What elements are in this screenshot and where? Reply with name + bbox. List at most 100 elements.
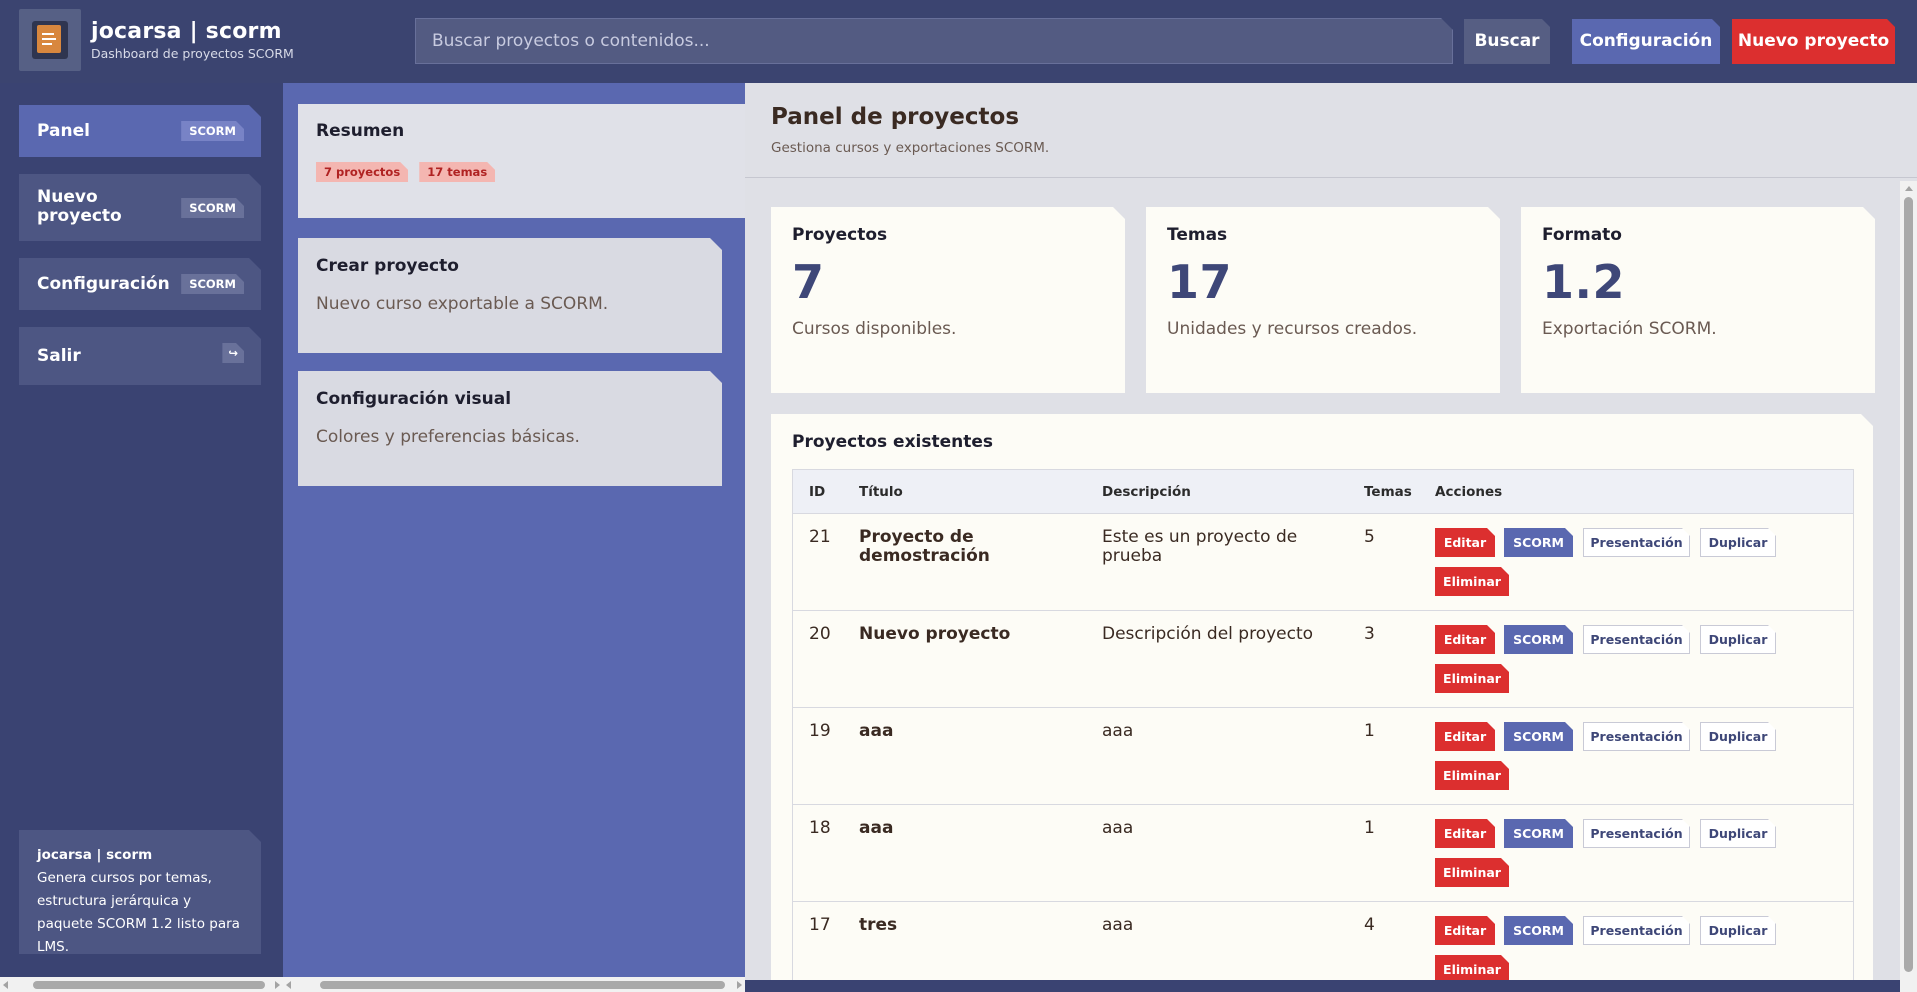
stat-label: Formato (1542, 225, 1622, 245)
app-subtitle: Dashboard de proyectos SCORM (91, 46, 294, 61)
sidebar-item-panel[interactable]: Panel SCORM (19, 105, 261, 157)
about-title: jocarsa | scorm (37, 847, 153, 863)
stat-card-format: Formato 1.2 Exportación SCORM. (1521, 207, 1875, 393)
sidebar-item-new-project[interactable]: Nuevo proyecto SCORM (19, 174, 261, 241)
secondary-panel: Resumen 7 proyectos 17 temas Crear proye… (283, 83, 745, 980)
delete-button[interactable]: Eliminar (1435, 567, 1509, 596)
column-header-description: Descripción (1102, 484, 1191, 500)
sidebar-item-tag: SCORM (181, 198, 244, 218)
stat-value: 1.2 (1542, 255, 1625, 309)
duplicate-button[interactable]: Duplicar (1700, 916, 1776, 945)
page-title: Panel de proyectos (771, 104, 1020, 130)
edit-button[interactable]: Editar (1435, 916, 1495, 945)
table-row: 19 aaa aaa 1 Editar SCORM Presentación Duplicar… (793, 708, 1853, 805)
scorm-export-button[interactable]: SCORM (1504, 625, 1573, 654)
cell-id: 21 (809, 527, 831, 547)
cell-title: Proyecto de demostración (859, 527, 990, 566)
column-header-title: Título (859, 484, 903, 500)
delete-button[interactable]: Eliminar (1435, 761, 1509, 790)
create-project-card[interactable]: Crear proyecto Nuevo curso exportable a … (298, 238, 722, 353)
cell-id: 17 (809, 915, 831, 935)
sidebar-item-label: Nuevo proyecto (37, 187, 122, 226)
cell-id: 19 (809, 721, 831, 741)
column-header-id: ID (809, 484, 826, 500)
stat-card-topics: Temas 17 Unidades y recursos creados. (1146, 207, 1500, 393)
projects-count-badge: 7 proyectos (316, 162, 408, 182)
scorm-export-button[interactable]: SCORM (1504, 819, 1573, 848)
scrollbar-thumb[interactable] (1904, 197, 1913, 972)
presentation-button[interactable]: Presentación (1583, 722, 1690, 751)
scorm-export-button[interactable]: SCORM (1504, 722, 1573, 751)
edit-button[interactable]: Editar (1435, 528, 1495, 557)
scorm-export-button[interactable]: SCORM (1504, 528, 1573, 557)
cell-title: Nuevo proyecto (859, 624, 1011, 644)
stat-desc: Exportación SCORM. (1542, 319, 1717, 339)
page-subtitle: Gestiona cursos y exportaciones SCORM. (771, 140, 1050, 156)
stat-value: 7 (792, 255, 825, 309)
edit-button[interactable]: Editar (1435, 625, 1495, 654)
cell-description: Descripción del proyecto (1102, 624, 1314, 644)
main-vertical-scrollbar[interactable] (1900, 181, 1917, 992)
visual-settings-title: Configuración visual (316, 389, 512, 409)
top-bar: jocarsa | scorm Dashboard de proyectos S… (0, 0, 1917, 83)
cell-topics: 1 (1364, 721, 1375, 741)
column-header-actions: Acciones (1435, 484, 1503, 500)
table-row: 18 aaa aaa 1 Editar SCORM Presentación Duplicar… (793, 805, 1853, 902)
delete-button[interactable]: Eliminar (1435, 955, 1509, 980)
app-logo (19, 9, 81, 71)
table-row: 17 tres aaa 4 Editar SCORM Presentación Duplica… (793, 902, 1853, 980)
cell-title: aaa (859, 818, 894, 838)
sidebar-item-tag: SCORM (181, 274, 244, 294)
cell-topics: 1 (1364, 818, 1375, 838)
projects-table: ID Título Descripción Temas Acciones 21 P… (792, 469, 1854, 980)
duplicate-button[interactable]: Duplicar (1700, 528, 1776, 557)
duplicate-button[interactable]: Duplicar (1700, 625, 1776, 654)
stat-desc: Unidades y recursos creados. (1167, 319, 1418, 339)
document-icon (32, 21, 68, 59)
presentation-button[interactable]: Presentación (1583, 625, 1690, 654)
stat-desc: Cursos disponibles. (792, 319, 957, 339)
sidebar-item-label: Configuración (37, 274, 170, 294)
visual-settings-text: Colores y preferencias básicas. (316, 427, 580, 447)
cell-description: aaa (1102, 915, 1134, 935)
cell-title: aaa (859, 721, 894, 741)
duplicate-button[interactable]: Duplicar (1700, 819, 1776, 848)
cell-id: 18 (809, 818, 831, 838)
delete-button[interactable]: Eliminar (1435, 664, 1509, 693)
summary-card: Resumen 7 proyectos 17 temas (298, 104, 745, 218)
divider (745, 177, 1917, 178)
cell-description: aaa (1102, 721, 1134, 741)
search-input[interactable] (415, 18, 1453, 64)
sidebar: Panel SCORM Nuevo proyecto SCORM Configu… (0, 83, 283, 980)
cell-topics: 3 (1364, 624, 1375, 644)
new-project-button[interactable]: Nuevo proyecto (1732, 19, 1895, 64)
presentation-button[interactable]: Presentación (1583, 819, 1690, 848)
visual-settings-card[interactable]: Configuración visual Colores y preferenc… (298, 371, 722, 486)
table-header: ID Título Descripción Temas Acciones (793, 470, 1853, 514)
main-content: Panel de proyectos Gestiona cursos y exp… (745, 83, 1917, 980)
settings-button[interactable]: Configuración (1572, 19, 1720, 64)
table-row: 21 Proyecto de demostración Este es un pro… (793, 514, 1853, 611)
search-button[interactable]: Buscar (1464, 19, 1550, 64)
middle-horizontal-scrollbar[interactable] (283, 977, 745, 992)
presentation-button[interactable]: Presentación (1583, 528, 1690, 557)
sidebar-item-logout[interactable]: Salir ↪ (19, 327, 261, 385)
projects-table-card: Proyectos existentes ID Título Descripci… (771, 414, 1873, 980)
sidebar-item-label: Panel (37, 121, 90, 141)
summary-title: Resumen (316, 121, 405, 141)
delete-button[interactable]: Eliminar (1435, 858, 1509, 887)
scorm-export-button[interactable]: SCORM (1504, 916, 1573, 945)
table-title: Proyectos existentes (792, 432, 994, 452)
column-header-topics: Temas (1364, 484, 1412, 500)
edit-button[interactable]: Editar (1435, 722, 1495, 751)
about-card: jocarsa | scorm Genera cursos por temas,… (19, 830, 261, 954)
sidebar-item-label: Salir (37, 346, 81, 366)
create-project-title: Crear proyecto (316, 256, 459, 276)
sidebar-item-tag: SCORM (181, 121, 244, 141)
presentation-button[interactable]: Presentación (1583, 916, 1690, 945)
sidebar-item-settings[interactable]: Configuración SCORM (19, 258, 261, 310)
duplicate-button[interactable]: Duplicar (1700, 722, 1776, 751)
edit-button[interactable]: Editar (1435, 819, 1495, 848)
sidebar-horizontal-scrollbar[interactable] (0, 977, 283, 992)
topics-count-badge: 17 temas (419, 162, 495, 182)
